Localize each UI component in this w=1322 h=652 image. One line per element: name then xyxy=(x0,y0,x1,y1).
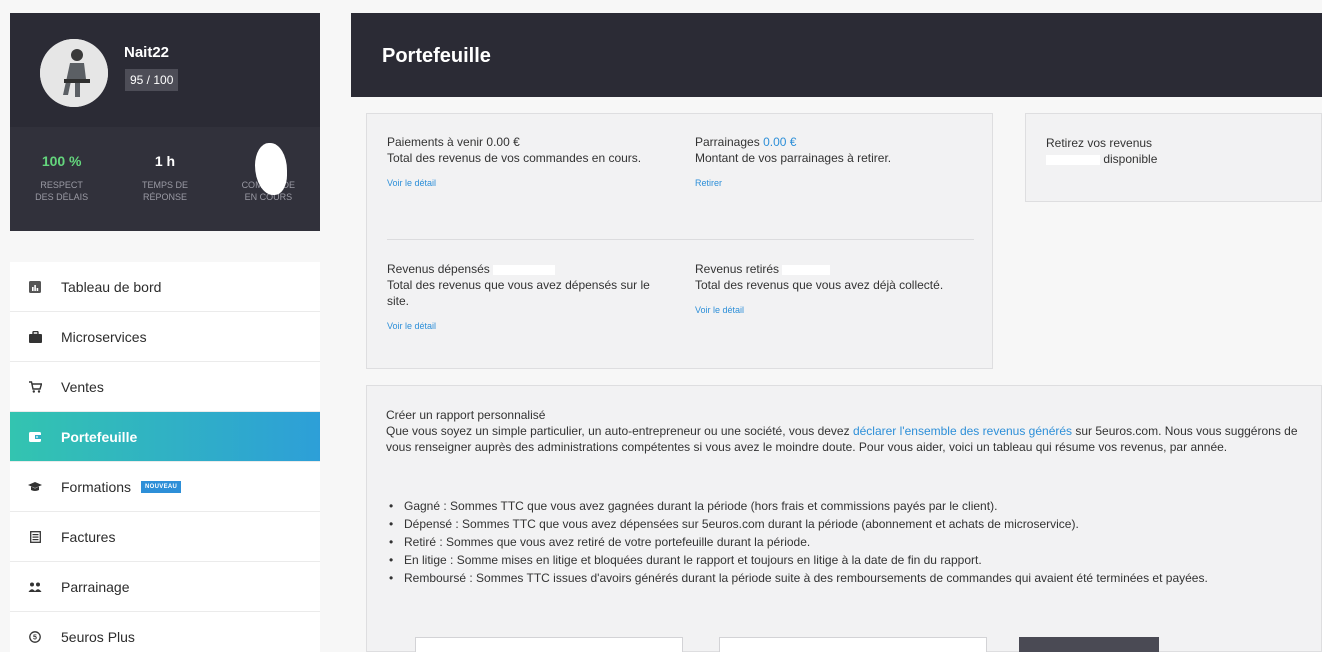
avatar[interactable] xyxy=(40,39,108,107)
sidebar-item-dashboard[interactable]: Tableau de bord xyxy=(10,262,320,312)
referrals-amount: 0.00 € xyxy=(763,135,797,149)
wallet-icon xyxy=(28,430,42,444)
referrals-title: Parrainages xyxy=(695,135,760,149)
custom-report-panel: Créer un rapport personnalisé Que vous s… xyxy=(366,385,1322,652)
list-item: En litige : Somme mises en litige et blo… xyxy=(386,552,1306,568)
withdrawn-revenue-desc: Total des revenus que vous avez déjà col… xyxy=(695,278,944,292)
upcoming-payments-desc: Total des revenus de vos commandes en co… xyxy=(387,151,642,165)
sidebar-item-microservices[interactable]: Microservices xyxy=(10,312,320,362)
list-item: Dépensé : Sommes TTC que vous avez dépen… xyxy=(386,516,1306,532)
divider xyxy=(387,239,974,240)
sidebar-item-5euros-plus[interactable]: 5 5euros Plus xyxy=(10,612,320,652)
sidebar-item-label: Factures xyxy=(61,528,116,545)
sidebar-item-label: 5euros Plus xyxy=(61,628,135,645)
withdrawn-revenue-title: Revenus retirés xyxy=(695,262,780,276)
referrals: Parrainages 0.00 € Montant de vos parrai… xyxy=(695,134,975,191)
new-badge: NOUVEAU xyxy=(141,480,182,493)
withdraw-title: Retirez vos revenus xyxy=(1046,136,1153,150)
spent-revenue-detail-link[interactable]: Voir le détail xyxy=(387,318,436,334)
withdrawn-revenue-detail-link[interactable]: Voir le détail xyxy=(695,302,744,318)
stat-response-time: 1 h TEMPS DE RÉPONSE xyxy=(113,127,216,231)
cart-icon xyxy=(28,380,42,394)
report-definitions: Gagné : Sommes TTC que vous avez gagnées… xyxy=(386,498,1306,588)
stat-value: 1 h xyxy=(154,153,176,169)
sidebar-item-label: Portefeuille xyxy=(61,428,138,445)
dashboard-icon xyxy=(28,280,42,294)
sidebar-item-label: Microservices xyxy=(61,328,147,345)
sidebar-item-wallet[interactable]: Portefeuille xyxy=(10,412,320,462)
upcoming-payments: Paiements à venir 0.00 € Total des reven… xyxy=(387,134,667,191)
sidebar-item-label: Formations xyxy=(61,478,132,495)
username: Nait22 xyxy=(124,44,170,61)
stat-label: TEMPS DE RÉPONSE xyxy=(141,180,188,202)
page-title: Portefeuille xyxy=(382,45,491,67)
sidebar-item-label: Parrainage xyxy=(61,578,130,595)
stat-label: RESPECT DES DÉLAIS xyxy=(35,180,89,202)
sidebar-item-referral[interactable]: Parrainage xyxy=(10,562,320,612)
briefcase-icon xyxy=(28,330,42,344)
invoice-icon xyxy=(28,530,42,544)
list-item: Retiré : Sommes que vous avez retiré de … xyxy=(386,534,1306,550)
withdraw-available: disponible xyxy=(1046,151,1157,167)
upcoming-payments-detail-link[interactable]: Voir le détail xyxy=(387,175,436,191)
redacted-amount xyxy=(493,264,556,275)
sidebar-item-label: Tableau de bord xyxy=(61,278,162,295)
upcoming-payments-title: Paiements à venir xyxy=(387,135,484,149)
withdraw-referrals-link[interactable]: Retirer xyxy=(695,175,722,191)
withdraw-panel: Retirez vos revenus disponible xyxy=(1025,113,1322,202)
start-date-input[interactable] xyxy=(415,637,683,652)
stat-value: 100 % xyxy=(41,153,82,169)
score-badge: 95 / 100 xyxy=(125,69,179,91)
graduation-cap-icon xyxy=(28,480,42,494)
svg-text:5: 5 xyxy=(33,634,37,641)
withdrawn-revenue: Revenus retirés Total des revenus que vo… xyxy=(695,261,955,318)
spent-revenue-title: Revenus dépensés xyxy=(387,262,490,276)
profile-card: Nait22 95 / 100 100 % RESPECT DES DÉLAIS … xyxy=(10,13,320,231)
spent-revenue-desc: Total des revenus que vous avez dépensés… xyxy=(387,278,650,308)
sidebar-item-sales[interactable]: Ventes xyxy=(10,362,320,412)
sidebar-nav: Tableau de bord Microservices Ventes Por… xyxy=(10,262,320,652)
report-title: Créer un rapport personnalisé xyxy=(386,408,546,422)
declare-revenue-link[interactable]: déclarer l'ensemble des revenus générés xyxy=(853,424,1072,438)
page-header: Portefeuille xyxy=(351,13,1322,97)
report-description: Que vous soyez un simple particulier, un… xyxy=(386,424,1298,454)
sidebar-item-label: Ventes xyxy=(61,378,104,395)
sidebar-item-trainings[interactable]: Formations NOUVEAU xyxy=(10,462,320,512)
stat-deadlines: 100 % RESPECT DES DÉLAIS xyxy=(10,127,113,231)
sidebar-item-invoices[interactable]: Factures xyxy=(10,512,320,562)
plus-circle-icon: 5 xyxy=(28,630,42,644)
generate-report-button[interactable] xyxy=(1019,637,1159,652)
profile-header: Nait22 95 / 100 xyxy=(10,13,320,127)
wallet-summary: Paiements à venir 0.00 € Total des reven… xyxy=(366,113,993,369)
list-item: Remboursé : Sommes TTC issues d'avoirs g… xyxy=(386,570,1306,586)
spent-revenue: Revenus dépensés Total des revenus que v… xyxy=(387,261,672,334)
users-icon xyxy=(28,580,42,594)
redacted-amount xyxy=(1046,154,1100,165)
page: Nait22 95 / 100 100 % RESPECT DES DÉLAIS … xyxy=(0,0,1322,652)
referrals-desc: Montant de vos parrainages à retirer. xyxy=(695,151,892,165)
list-item: Gagné : Sommes TTC que vous avez gagnées… xyxy=(386,498,1306,514)
redacted-amount xyxy=(782,264,831,275)
end-date-input[interactable] xyxy=(719,637,987,652)
upcoming-payments-amount: 0.00 € xyxy=(486,135,520,149)
